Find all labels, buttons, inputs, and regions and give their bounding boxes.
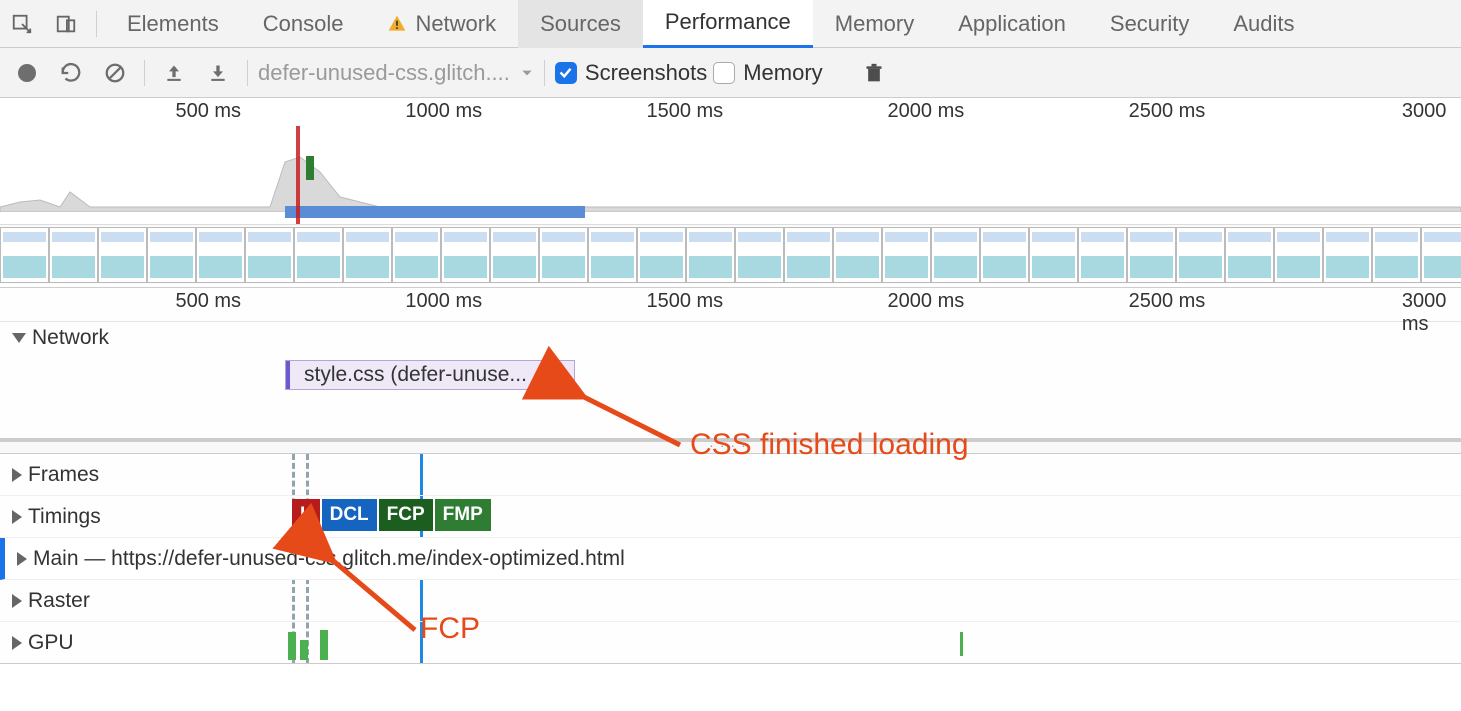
screenshot-thumb[interactable] <box>1078 227 1127 283</box>
raster-track[interactable]: Raster <box>0 580 1461 622</box>
network-label: Network <box>32 326 109 350</box>
gpu-track[interactable]: GPU <box>0 622 1461 664</box>
network-track[interactable]: Network style.css (defer-unuse... <box>0 322 1461 442</box>
flame-chart-panel: Frames Timings L DCL FCP FMP Main — http… <box>0 454 1461 664</box>
screenshot-thumb[interactable] <box>931 227 980 283</box>
screenshot-thumb[interactable] <box>1176 227 1225 283</box>
frames-track[interactable]: Frames <box>0 454 1461 496</box>
screenshot-thumb[interactable] <box>1127 227 1176 283</box>
screenshot-thumb[interactable] <box>441 227 490 283</box>
expand-icon[interactable] <box>12 594 22 608</box>
screenshot-thumb[interactable] <box>147 227 196 283</box>
upload-icon[interactable] <box>155 54 193 92</box>
main-label: Main — https://defer-unused-css.glitch.m… <box>33 547 625 571</box>
screenshot-thumb[interactable] <box>588 227 637 283</box>
expand-icon[interactable] <box>12 468 22 482</box>
screenshot-thumb[interactable] <box>196 227 245 283</box>
tab-security[interactable]: Security <box>1088 0 1211 48</box>
overview-panel[interactable]: 500 ms 1000 ms 1500 ms 2000 ms 2500 ms 3… <box>0 98 1461 288</box>
screenshot-thumb[interactable] <box>1225 227 1274 283</box>
screenshot-thumb[interactable] <box>1274 227 1323 283</box>
drag-handle[interactable]: ···· <box>0 442 1461 454</box>
screenshot-thumb[interactable] <box>49 227 98 283</box>
screenshot-thumb[interactable] <box>245 227 294 283</box>
screenshot-thumb[interactable] <box>1421 227 1461 283</box>
load-marker <box>296 126 300 224</box>
main-track[interactable]: Main — https://defer-unused-css.glitch.m… <box>0 538 1461 580</box>
device-toggle-icon[interactable] <box>44 0 88 48</box>
frames-label: Frames <box>28 463 99 487</box>
timing-badge-dcl[interactable]: DCL <box>322 499 377 531</box>
screenshot-thumb[interactable] <box>1372 227 1421 283</box>
checkbox-icon <box>555 62 577 84</box>
gpu-label: GPU <box>28 631 74 655</box>
screenshot-thumb[interactable] <box>1029 227 1078 283</box>
raster-label: Raster <box>28 589 90 613</box>
tab-memory[interactable]: Memory <box>813 0 936 48</box>
devtools-tabs: Elements Console Network Sources Perform… <box>0 0 1461 48</box>
network-request-item[interactable]: style.css (defer-unuse... <box>285 360 575 390</box>
screenshot-thumb[interactable] <box>882 227 931 283</box>
fcp-marker-overview <box>306 156 314 180</box>
memory-checkbox[interactable]: Memory <box>713 60 822 86</box>
tab-network[interactable]: Network <box>365 0 518 48</box>
detail-ruler: 500 ms 1000 ms 1500 ms 2000 ms 2500 ms 3… <box>0 288 1461 322</box>
clear-button[interactable] <box>96 54 134 92</box>
screenshot-thumb[interactable] <box>294 227 343 283</box>
overview-ruler: 500 ms 1000 ms 1500 ms 2000 ms 2500 ms 3… <box>0 98 1461 126</box>
trash-icon[interactable] <box>855 54 893 92</box>
tab-application[interactable]: Application <box>936 0 1088 48</box>
screenshot-thumb[interactable] <box>1323 227 1372 283</box>
gpu-activity <box>288 628 328 660</box>
gpu-activity-mark <box>960 632 963 656</box>
screenshot-filmstrip[interactable] <box>0 224 1461 284</box>
timing-badge-load[interactable]: L <box>292 499 320 531</box>
tab-performance[interactable]: Performance <box>643 0 813 48</box>
timings-track[interactable]: Timings L DCL FCP FMP <box>0 496 1461 538</box>
screenshot-thumb[interactable] <box>392 227 441 283</box>
expand-icon[interactable] <box>17 552 27 566</box>
screenshot-thumb[interactable] <box>539 227 588 283</box>
warning-icon <box>387 14 407 34</box>
expand-icon[interactable] <box>12 510 22 524</box>
timing-badge-fmp[interactable]: FMP <box>435 499 491 531</box>
screenshot-thumb[interactable] <box>686 227 735 283</box>
screenshot-thumb[interactable] <box>98 227 147 283</box>
screenshot-thumb[interactable] <box>784 227 833 283</box>
tab-sources[interactable]: Sources <box>518 0 643 48</box>
expand-icon[interactable] <box>12 333 26 343</box>
download-icon[interactable] <box>199 54 237 92</box>
overview-cpu <box>0 126 1461 224</box>
overview-selection[interactable] <box>285 206 585 218</box>
expand-icon[interactable] <box>12 636 22 650</box>
screenshot-thumb[interactable] <box>0 227 49 283</box>
reload-button[interactable] <box>52 54 90 92</box>
tab-console[interactable]: Console <box>241 0 366 48</box>
detail-panel: 500 ms 1000 ms 1500 ms 2000 ms 2500 ms 3… <box>0 288 1461 664</box>
screenshot-thumb[interactable] <box>343 227 392 283</box>
screenshot-thumb[interactable] <box>833 227 882 283</box>
chevron-down-icon <box>520 66 534 80</box>
tab-audits[interactable]: Audits <box>1211 0 1316 48</box>
screenshot-thumb[interactable] <box>490 227 539 283</box>
record-button[interactable] <box>8 54 46 92</box>
timing-badge-fcp[interactable]: FCP <box>379 499 433 531</box>
screenshot-thumb[interactable] <box>735 227 784 283</box>
timings-label: Timings <box>28 505 101 529</box>
screenshots-checkbox[interactable]: Screenshots <box>555 60 707 86</box>
checkbox-icon <box>713 62 735 84</box>
screenshot-thumb[interactable] <box>637 227 686 283</box>
inspect-icon[interactable] <box>0 0 44 48</box>
screenshot-thumb[interactable] <box>980 227 1029 283</box>
perf-toolbar: defer-unused-css.glitch.... Screenshots … <box>0 48 1461 98</box>
tab-elements[interactable]: Elements <box>105 0 241 48</box>
recording-dropdown[interactable]: defer-unused-css.glitch.... <box>258 60 534 86</box>
